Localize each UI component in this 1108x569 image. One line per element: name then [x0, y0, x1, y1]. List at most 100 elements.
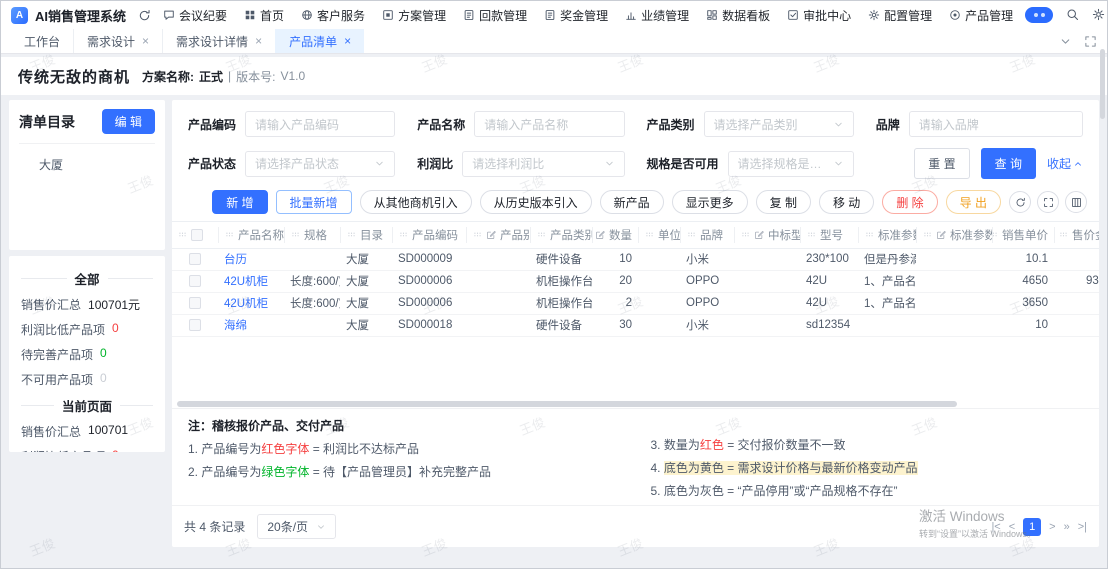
filter-select-5[interactable]: 请选择利润比 — [462, 150, 625, 177]
filter-select-2[interactable]: 请选择产品类别 — [703, 111, 854, 137]
topbar-icons: 文A 10 王俊 — [1025, 1, 1107, 28]
catalog-item-0[interactable]: 大厦 — [19, 144, 155, 173]
gear-icon[interactable] — [1092, 8, 1105, 21]
filter-select-4[interactable]: 请选择产品状态 — [245, 150, 396, 177]
fullscreen-table-button[interactable] — [1037, 191, 1059, 213]
tab-1[interactable]: 需求设计 × — [73, 29, 162, 53]
nav-item-5[interactable]: 奖金管理 — [544, 7, 608, 24]
nav-item-10[interactable]: 产品管理 — [949, 7, 1013, 24]
cell-spec — [284, 314, 340, 337]
select-all-checkbox[interactable] — [191, 228, 203, 241]
cell-alias — [466, 292, 530, 315]
tab-close-icon[interactable]: × — [142, 35, 149, 47]
nav-item-6[interactable]: 业绩管理 — [625, 7, 689, 24]
product-name-link[interactable]: 海绵 — [224, 320, 247, 332]
page-meta: 方案名称: 正式 | 版本号: V1.0 — [142, 69, 306, 84]
first-page-button[interactable]: |< — [991, 521, 1000, 533]
expand-icon[interactable] — [1084, 35, 1097, 48]
cell-brand: OPPO — [680, 270, 734, 293]
tab-close-icon[interactable]: × — [255, 35, 262, 47]
vertical-scrollbar-thumb[interactable] — [1100, 49, 1105, 119]
toolbar-button-4[interactable]: 新产品 — [599, 190, 664, 214]
cell-price: 4650 — [992, 270, 1054, 293]
col-price: 销售单价 — [992, 222, 1054, 249]
ai-assistant-toggle[interactable] — [1025, 6, 1054, 23]
collapse-toggle[interactable]: 收起 — [1047, 155, 1083, 172]
edit-button[interactable]: 编 辑 — [101, 109, 155, 134]
dashboard-icon — [706, 9, 718, 21]
stat-value: 0 — [112, 448, 119, 452]
reset-button[interactable]: 重 置 — [914, 148, 970, 179]
globe-icon — [301, 9, 313, 21]
cell-model: sd12354 — [800, 314, 858, 337]
app-title: AI销售管理系统 — [35, 8, 127, 24]
sidebar: 清单目录 编 辑 大厦 全部 销售价汇总 100701元 利润比低产品项 0 待完善产品项… — [9, 100, 165, 547]
filter-input-0[interactable]: 请输入产品编码 — [245, 111, 396, 137]
col-catalog: 目录 — [340, 222, 392, 249]
horizontal-scrollbar-thumb[interactable] — [177, 401, 957, 407]
cell-spec — [284, 248, 340, 271]
refresh-icon[interactable] — [138, 9, 151, 22]
row-checkbox[interactable] — [189, 318, 201, 331]
cell-alias — [466, 314, 530, 337]
chevron-down-icon[interactable] — [1059, 35, 1072, 48]
last-page-button[interactable]: >| — [1078, 521, 1087, 533]
stat-value: 100701元 — [88, 298, 141, 312]
row-checkbox[interactable] — [189, 252, 201, 265]
doc-icon — [544, 9, 556, 21]
product-name-link[interactable]: 42U机柜 — [224, 298, 268, 310]
cell-spec: 长度:600/宽度:... — [284, 270, 340, 293]
toolbar-button-3[interactable]: 从历史版本引入 — [479, 190, 592, 214]
cell-name: 海绵 — [218, 314, 284, 337]
catalog-title: 清单目录 — [19, 113, 75, 130]
toolbar-button-6[interactable]: 复 制 — [755, 190, 811, 214]
nav-item-3[interactable]: 方案管理 — [382, 7, 446, 24]
nav-item-4[interactable]: 回款管理 — [463, 7, 527, 24]
page-header: 传统无敌的商机 方案名称: 正式 | 版本号: V1.0 — [1, 57, 1107, 95]
nav-item-1[interactable]: 首页 — [244, 7, 284, 24]
edit-icon — [595, 230, 605, 240]
current-page[interactable]: 1 — [1023, 517, 1042, 536]
toolbar-button-0[interactable]: 新 增 — [212, 190, 268, 214]
toolbar-icon-buttons — [1009, 191, 1087, 213]
filter-input-3[interactable]: 请输入品牌 — [908, 111, 1083, 137]
legend-notes: 注：稽核报价产品、交付产品 1. 产品编号为红色字体 = 利润比不达标产品 2. … — [172, 408, 1099, 505]
toolbar-button-8[interactable]: 删 除 — [882, 190, 938, 214]
search-button[interactable]: 查 询 — [980, 148, 1036, 179]
filter-select-6[interactable]: 请选择规格是否可用 — [727, 150, 854, 177]
row-checkbox[interactable] — [189, 274, 201, 287]
toolbar-button-1[interactable]: 批量新增 — [275, 190, 352, 214]
cell-std_param: 1、产品名称... — [858, 292, 916, 315]
next-page-button[interactable]: > — [1049, 521, 1055, 533]
tab-3[interactable]: 产品清单 × — [275, 29, 365, 53]
column-settings-button[interactable] — [1065, 191, 1087, 213]
search-icon[interactable] — [1066, 8, 1079, 21]
chat-icon — [163, 9, 175, 21]
tabbar: 工作台 需求设计 × 需求设计详情 × 产品清单 × — [1, 29, 1107, 54]
refresh-table-button[interactable] — [1009, 191, 1031, 213]
row-checkbox[interactable] — [189, 296, 201, 309]
tab-close-icon[interactable]: × — [344, 35, 351, 47]
nav-item-9[interactable]: 配置管理 — [868, 7, 932, 24]
tab-2[interactable]: 需求设计详情 × — [162, 29, 275, 53]
product-name-link[interactable]: 台历 — [224, 254, 247, 266]
page-size-select[interactable]: 20条/页 — [257, 514, 337, 539]
toolbar-button-5[interactable]: 显示更多 — [671, 190, 748, 214]
product-name-link[interactable]: 42U机柜 — [224, 276, 268, 288]
cell-std_param: 但是丹参滴丸... — [858, 248, 916, 271]
nav-item-7[interactable]: 数据看板 — [706, 7, 770, 24]
col-category: 产品类别 — [530, 222, 592, 249]
filter-input-1[interactable]: 请输入产品名称 — [474, 111, 625, 137]
prev-page-button[interactable]: < — [1009, 521, 1015, 533]
columns-icon — [1071, 197, 1082, 208]
chevron-down-icon — [833, 119, 844, 130]
toolbar-button-7[interactable]: 移 动 — [818, 190, 875, 214]
nav-item-2[interactable]: 客户服务 — [301, 7, 365, 24]
nav-item-8[interactable]: 审批中心 — [787, 7, 851, 24]
jump-forward-button[interactable]: » — [1064, 521, 1070, 533]
toolbar-button-2[interactable]: 从其他商机引入 — [359, 190, 472, 214]
tab-0[interactable]: 工作台 — [11, 29, 73, 53]
drag-handle-icon — [178, 230, 187, 239]
toolbar-button-9[interactable]: 导 出 — [945, 190, 1001, 214]
nav-item-0[interactable]: 会议纪要 — [163, 7, 227, 24]
